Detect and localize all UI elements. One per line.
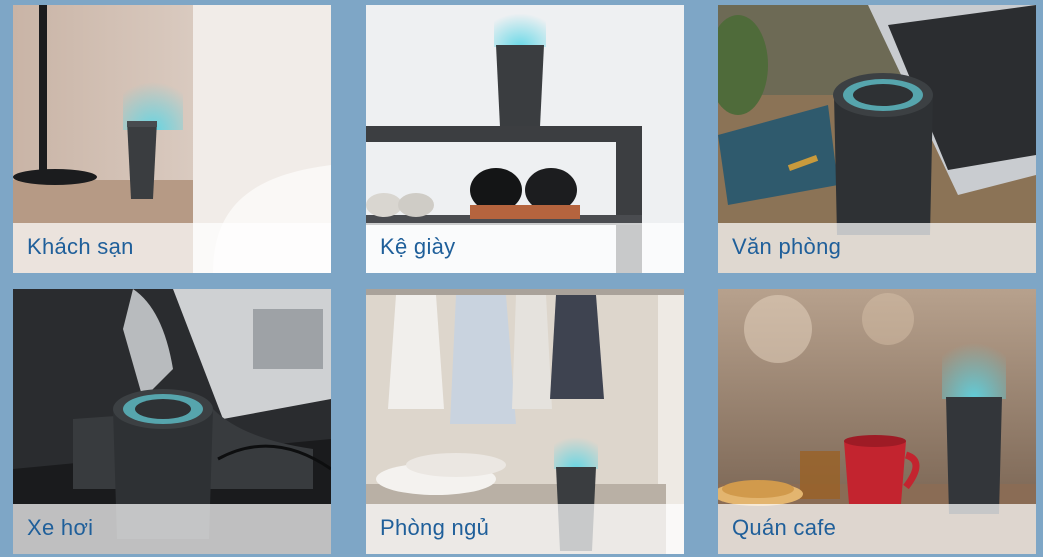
scene-tile-hotel: Khách sạn	[13, 5, 331, 273]
scene-tile-office: Văn phòng	[718, 5, 1036, 273]
scene-tile-shoe-rack: Kệ giày	[366, 5, 684, 273]
scene-tile-bedroom: Phòng ngủ	[366, 289, 684, 554]
scene-tile-cafe: Quán cafe	[718, 289, 1036, 554]
scene-label-hotel: Khách sạn	[27, 234, 134, 259]
scene-label-shoe-rack: Kệ giày	[380, 234, 456, 259]
usage-scenes-grid: Khách sạn Kệ giày Văn phòng Xe hơi Phòng…	[0, 0, 1043, 557]
scene-label-car: Xe hơi	[27, 515, 94, 540]
scene-label-office: Văn phòng	[732, 234, 842, 259]
scene-tile-car: Xe hơi	[13, 289, 331, 554]
scene-label-cafe: Quán cafe	[732, 515, 837, 540]
scene-label-bedroom: Phòng ngủ	[380, 515, 490, 540]
